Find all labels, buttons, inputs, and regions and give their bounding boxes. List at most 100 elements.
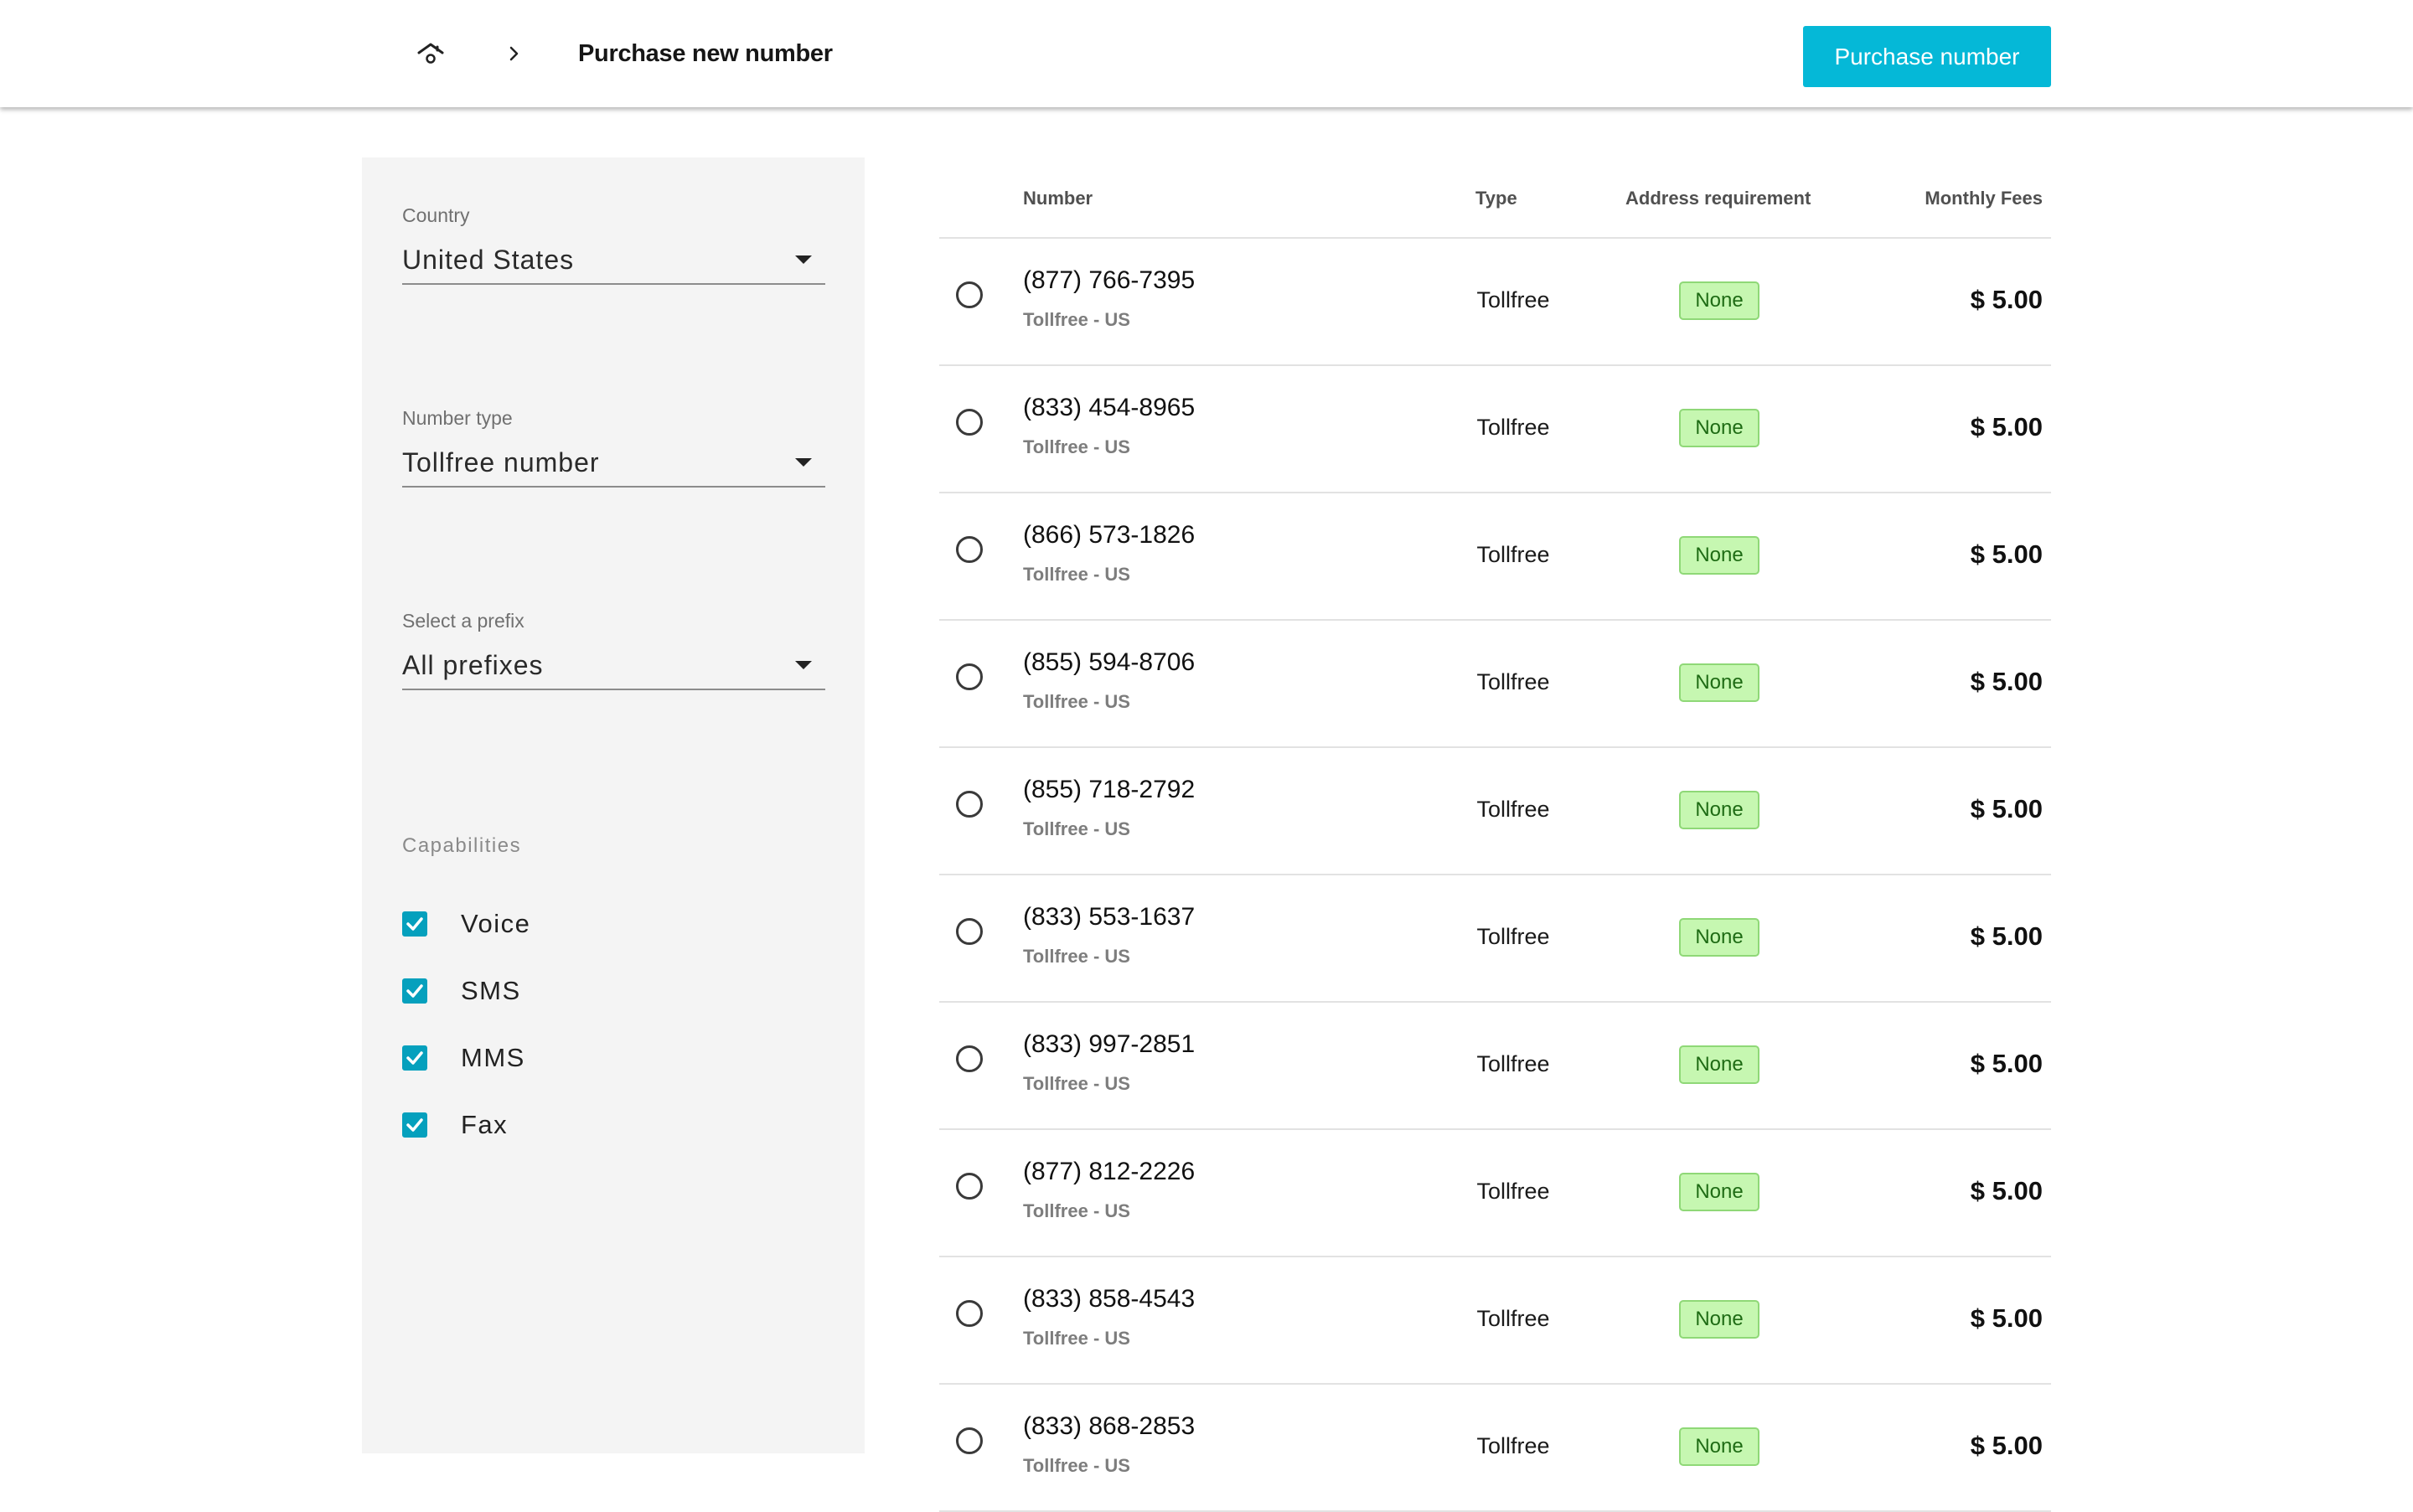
number-region: Tollfree - US <box>1023 818 1130 839</box>
table-row[interactable]: (855) 594-8706 Tollfree - US Tollfree None $… <box>939 621 2051 748</box>
caret-down-icon <box>795 255 812 264</box>
phone-number: (877) 766-7395 <box>1023 266 1196 294</box>
address-requirement-badge: None <box>1679 1173 1759 1211</box>
table-row[interactable]: (877) 812-2226 Tollfree - US Tollfree None $… <box>939 1130 2051 1257</box>
row-radio-button[interactable] <box>956 663 983 690</box>
monthly-fee: $ 5.00 <box>1970 539 2043 569</box>
country-select[interactable]: United States <box>402 236 825 285</box>
row-radio-button[interactable] <box>956 1173 983 1200</box>
row-radio-button[interactable] <box>956 1300 983 1327</box>
number-type: Tollfree <box>1476 1051 1550 1076</box>
checkbox-checked-icon[interactable] <box>402 1045 427 1071</box>
column-address-requirement[interactable]: Address requirement <box>1625 188 1811 209</box>
phone-number: (877) 812-2226 <box>1023 1158 1196 1185</box>
checkbox-checked-icon[interactable] <box>402 1112 427 1138</box>
number-region: Tollfree - US <box>1023 436 1130 457</box>
capabilities-title: Capabilities <box>402 834 522 857</box>
monthly-fee: $ 5.00 <box>1970 1176 2043 1205</box>
monthly-fee: $ 5.00 <box>1970 412 2043 441</box>
address-requirement-badge: None <box>1679 536 1759 575</box>
address-requirement-badge: None <box>1679 791 1759 829</box>
column-monthly-fees[interactable]: Monthly Fees <box>1925 188 2043 209</box>
purchase-number-button[interactable]: Purchase number <box>1803 26 2051 87</box>
number-type-select[interactable]: Tollfree number <box>402 439 825 488</box>
row-radio-button[interactable] <box>956 536 983 563</box>
caret-down-icon <box>795 661 812 669</box>
row-radio-button[interactable] <box>956 409 983 436</box>
table-header: Number Type Address requirement Monthly … <box>939 157 2051 239</box>
number-region: Tollfree - US <box>1023 1328 1130 1349</box>
breadcrumb-separator <box>501 40 526 67</box>
number-type: Tollfree <box>1476 669 1550 694</box>
country-value: United States <box>402 244 575 275</box>
table-body: (877) 766-7395 Tollfree - US Tollfree None $… <box>939 239 2051 1512</box>
numbers-table: Number Type Address requirement Monthly … <box>939 157 2051 1512</box>
capability-label: Fax <box>461 1110 509 1139</box>
address-requirement-badge: None <box>1679 281 1759 320</box>
number-region: Tollfree - US <box>1023 309 1130 330</box>
address-requirement-badge: None <box>1679 1300 1759 1339</box>
caret-down-icon <box>795 458 812 467</box>
number-type: Tollfree <box>1476 415 1550 440</box>
number-type-field: Number type Tollfree number <box>402 405 825 488</box>
table-row[interactable]: (866) 573-1826 Tollfree - US Tollfree None $… <box>939 493 2051 621</box>
row-radio-button[interactable] <box>956 1045 983 1072</box>
page-title: Purchase new number <box>578 40 833 67</box>
column-number[interactable]: Number <box>1023 188 1093 209</box>
phone-number: (855) 718-2792 <box>1023 776 1196 803</box>
row-radio-button[interactable] <box>956 791 983 818</box>
capability-sms[interactable]: SMS <box>402 974 521 1008</box>
table-row[interactable]: (833) 868-2853 Tollfree - US Tollfree None $… <box>939 1385 2051 1512</box>
monthly-fee: $ 5.00 <box>1970 921 2043 951</box>
number-type: Tollfree <box>1476 287 1550 312</box>
monthly-fee: $ 5.00 <box>1970 1049 2043 1078</box>
home-icon <box>417 43 444 64</box>
home-button[interactable] <box>410 37 452 70</box>
number-type: Tollfree <box>1476 924 1550 949</box>
table-row[interactable]: (833) 454-8965 Tollfree - US Tollfree None $… <box>939 366 2051 493</box>
address-requirement-badge: None <box>1679 1427 1759 1466</box>
capability-voice[interactable]: Voice <box>402 907 530 941</box>
monthly-fee: $ 5.00 <box>1970 285 2043 314</box>
address-requirement-badge: None <box>1679 409 1759 447</box>
phone-number: (833) 454-8965 <box>1023 394 1196 421</box>
table-row[interactable]: (833) 997-2851 Tollfree - US Tollfree None $… <box>939 1003 2051 1130</box>
phone-number: (833) 997-2851 <box>1023 1030 1196 1058</box>
column-type[interactable]: Type <box>1475 188 1517 209</box>
capability-fax[interactable]: Fax <box>402 1108 508 1142</box>
prefix-select[interactable]: All prefixes <box>402 642 825 690</box>
prefix-value: All prefixes <box>402 649 544 680</box>
row-radio-button[interactable] <box>956 1427 983 1454</box>
phone-number: (833) 858-4543 <box>1023 1285 1196 1313</box>
table-row[interactable]: (855) 718-2792 Tollfree - US Tollfree None $… <box>939 748 2051 875</box>
monthly-fee: $ 5.00 <box>1970 794 2043 823</box>
table-row[interactable]: (833) 858-4543 Tollfree - US Tollfree None $… <box>939 1257 2051 1385</box>
filter-panel: Country United States Number type Tollfr… <box>362 157 865 1453</box>
top-bar: Purchase new number Purchase number <box>0 0 2413 107</box>
table-row[interactable]: (833) 553-1637 Tollfree - US Tollfree None $… <box>939 875 2051 1003</box>
prefix-field: Select a prefix All prefixes <box>402 608 825 690</box>
monthly-fee: $ 5.00 <box>1970 1431 2043 1460</box>
country-label: Country <box>402 204 470 226</box>
phone-number: (833) 553-1637 <box>1023 903 1196 931</box>
country-field: Country United States <box>402 203 825 285</box>
checkbox-checked-icon[interactable] <box>402 978 427 1004</box>
address-requirement-badge: None <box>1679 1045 1759 1084</box>
number-type: Tollfree <box>1476 1433 1550 1458</box>
row-radio-button[interactable] <box>956 281 983 308</box>
checkbox-checked-icon[interactable] <box>402 911 427 937</box>
number-region: Tollfree - US <box>1023 1073 1130 1094</box>
number-region: Tollfree - US <box>1023 946 1130 967</box>
chevron-right-icon <box>509 46 519 61</box>
table-row[interactable]: (877) 766-7395 Tollfree - US Tollfree None $… <box>939 239 2051 366</box>
number-region: Tollfree - US <box>1023 1455 1130 1476</box>
prefix-label: Select a prefix <box>402 610 524 632</box>
number-region: Tollfree - US <box>1023 691 1130 712</box>
number-type: Tollfree <box>1476 542 1550 567</box>
capability-mms[interactable]: MMS <box>402 1041 525 1075</box>
row-radio-button[interactable] <box>956 918 983 945</box>
capability-label: MMS <box>461 1043 525 1072</box>
number-region: Tollfree - US <box>1023 564 1130 585</box>
number-region: Tollfree - US <box>1023 1200 1130 1221</box>
number-type-label: Number type <box>402 407 513 429</box>
